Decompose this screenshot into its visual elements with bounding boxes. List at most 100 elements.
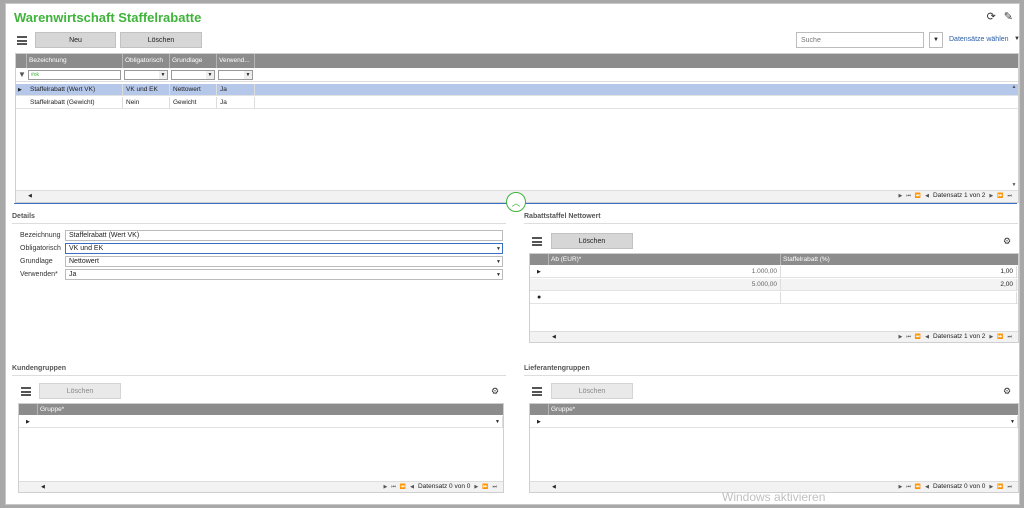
wrench-icon[interactable]: ✎ — [1004, 10, 1013, 23]
menu-icon[interactable] — [532, 387, 542, 396]
column-header[interactable]: Grundlage — [170, 54, 217, 68]
table-cell[interactable] — [781, 292, 1017, 304]
next-page-icon[interactable]: ▶ — [989, 484, 993, 490]
table-row[interactable]: ▶ Staffelrabatt (Wert VK) VK und EK Nett… — [16, 84, 1018, 96]
first-page-icon[interactable]: ⏮ — [906, 334, 911, 340]
scroll-right-icon[interactable]: ▶ — [899, 484, 903, 490]
search-filter-dropdown[interactable]: ▼ — [929, 32, 943, 48]
row-indicator-icon: ▶ — [537, 419, 541, 425]
chevron-down-icon[interactable]: ▼ — [1014, 36, 1019, 42]
filter-select-verwenden[interactable]: ▼ — [218, 70, 253, 80]
prev-page-icon[interactable]: ◀ — [925, 484, 929, 490]
chevron-down-icon[interactable]: ▼ — [496, 258, 501, 267]
gruppe-select[interactable]: ▼ — [549, 416, 1018, 428]
chevron-down-icon[interactable]: ▼ — [496, 245, 501, 254]
kunden-grid: Gruppe* ▶ ▼ ◀ ▶ ⏮ ⏪ ◀ Datensatz 0 von 0 … — [18, 403, 504, 493]
scroll-left-icon[interactable]: ◀ — [552, 484, 556, 490]
prev-page-icon[interactable]: ◀ — [925, 193, 929, 199]
lieferanten-delete-button[interactable]: Löschen — [551, 383, 633, 399]
table-cell[interactable] — [549, 292, 781, 304]
new-row[interactable]: ● — [530, 292, 1018, 304]
first-page-icon[interactable]: ⏮ — [391, 484, 396, 490]
next-page-icon[interactable]: ▶ — [474, 484, 478, 490]
table-row[interactable]: ▶ ▼ — [530, 416, 1018, 428]
prev-page-icon[interactable]: ◀ — [410, 484, 414, 490]
column-header[interactable]: Gruppe* — [549, 404, 1018, 415]
filter-icon[interactable]: ▼ — [18, 70, 26, 79]
gear-icon[interactable]: ⚙ — [1003, 386, 1011, 397]
filter-input-bezeichnung[interactable]: #ok — [28, 70, 121, 80]
column-header[interactable]: Gruppe* — [38, 404, 503, 415]
next-fast-icon[interactable]: ⏩ — [997, 193, 1003, 199]
gear-icon[interactable]: ⚙ — [491, 386, 499, 397]
last-page-icon[interactable]: ⏭ — [1007, 334, 1012, 340]
column-header[interactable]: Verwend... — [217, 54, 255, 68]
grundlage-select[interactable]: Nettowert ▼ — [65, 256, 503, 267]
chevron-down-icon[interactable]: ▼ — [496, 271, 501, 280]
next-fast-icon[interactable]: ⏩ — [997, 484, 1003, 490]
gruppe-select[interactable]: ▼ — [38, 416, 503, 428]
prev-fast-icon[interactable]: ⏪ — [915, 193, 921, 199]
scroll-up-icon[interactable]: ▲ — [1010, 84, 1018, 90]
table-row[interactable]: Staffelrabatt (Gewicht) Nein Gewicht Ja — [16, 97, 1018, 109]
last-page-icon[interactable]: ⏭ — [492, 484, 497, 490]
column-header[interactable]: Ab (EUR)* — [549, 254, 781, 265]
obligatorisch-select[interactable]: VK und EK ▼ — [65, 243, 503, 254]
table-cell: VK und EK — [123, 84, 170, 96]
last-page-icon[interactable]: ⏭ — [1007, 484, 1012, 490]
scroll-left-icon[interactable]: ◀ — [41, 484, 45, 490]
next-page-icon[interactable]: ▶ — [989, 334, 993, 340]
scroll-right-icon[interactable]: ▶ — [384, 484, 388, 490]
first-page-icon[interactable]: ⏮ — [906, 484, 911, 490]
scroll-left-icon[interactable]: ◀ — [28, 193, 32, 199]
scroll-down-icon[interactable]: ▼ — [1010, 182, 1018, 188]
table-cell: Nettowert — [170, 84, 217, 96]
column-header[interactable]: Staffelrabatt (%) — [781, 254, 1018, 265]
table-row[interactable]: ▶ ▼ — [19, 416, 503, 428]
grid-header: Gruppe* — [19, 404, 503, 415]
datasets-select-link[interactable]: Datensätze wählen — [949, 36, 1009, 43]
menu-icon[interactable] — [532, 237, 542, 246]
next-fast-icon[interactable]: ⏩ — [997, 334, 1003, 340]
gear-icon[interactable]: ⚙ — [1003, 236, 1011, 247]
column-header[interactable]: Obligatorisch — [123, 54, 170, 68]
refresh-icon[interactable]: ⟳ — [987, 10, 996, 23]
field-label: Grundlage — [20, 258, 53, 265]
first-page-icon[interactable]: ⏮ — [906, 193, 911, 199]
prev-fast-icon[interactable]: ⏪ — [915, 484, 921, 490]
prev-page-icon[interactable]: ◀ — [925, 334, 929, 340]
search-input[interactable] — [796, 32, 924, 48]
kunden-delete-button[interactable]: Löschen — [39, 383, 121, 399]
chevron-down-icon[interactable]: ▼ — [495, 416, 500, 428]
table-row[interactable]: 5.000,00 2,00 — [530, 279, 1018, 291]
scroll-left-icon[interactable]: ◀ — [552, 334, 556, 340]
new-button[interactable]: Neu — [35, 32, 116, 48]
menu-icon[interactable] — [21, 387, 31, 396]
kunden-title: Kundengruppen — [12, 365, 67, 372]
filter-select-grundlage[interactable]: ▼ — [171, 70, 215, 80]
filter-select-obligatorisch[interactable]: ▼ — [124, 70, 168, 80]
rabatt-delete-button[interactable]: Löschen — [551, 233, 633, 249]
next-fast-icon[interactable]: ⏩ — [482, 484, 488, 490]
prev-fast-icon[interactable]: ⏪ — [400, 484, 406, 490]
verwenden-select[interactable]: Ja ▼ — [65, 269, 503, 280]
table-cell: Staffelrabatt (Gewicht) — [27, 97, 123, 109]
header-indicator — [530, 254, 549, 265]
app-window: Warenwirtschaft Staffelrabatte ⟳ ✎ Neu L… — [5, 3, 1020, 505]
section-divider — [12, 375, 506, 376]
top-icons: ⟳ ✎ — [987, 10, 1013, 23]
scroll-right-icon[interactable]: ▶ — [899, 193, 903, 199]
bezeichnung-field[interactable]: Staffelrabatt (Wert VK) — [65, 230, 503, 241]
last-page-icon[interactable]: ⏭ — [1007, 193, 1012, 199]
delete-button[interactable]: Löschen — [120, 32, 202, 48]
column-header[interactable]: Bezeichnung — [27, 54, 123, 68]
scroll-right-icon[interactable]: ▶ — [899, 334, 903, 340]
chevron-down-icon[interactable]: ▼ — [1010, 416, 1015, 428]
pager: ◀ ▶ ⏮ ⏪ ◀ Datensatz 0 von 0 ▶ ⏩ ⏭ — [19, 481, 503, 492]
rabatt-grid: Ab (EUR)* Staffelrabatt (%) ▶ 1.000,00 1… — [529, 253, 1019, 343]
table-row[interactable]: ▶ 1.000,00 1,00 — [530, 266, 1018, 278]
collapse-icon[interactable]: ︿ — [506, 192, 526, 212]
prev-fast-icon[interactable]: ⏪ — [915, 334, 921, 340]
next-page-icon[interactable]: ▶ — [989, 193, 993, 199]
menu-icon[interactable] — [17, 36, 27, 45]
